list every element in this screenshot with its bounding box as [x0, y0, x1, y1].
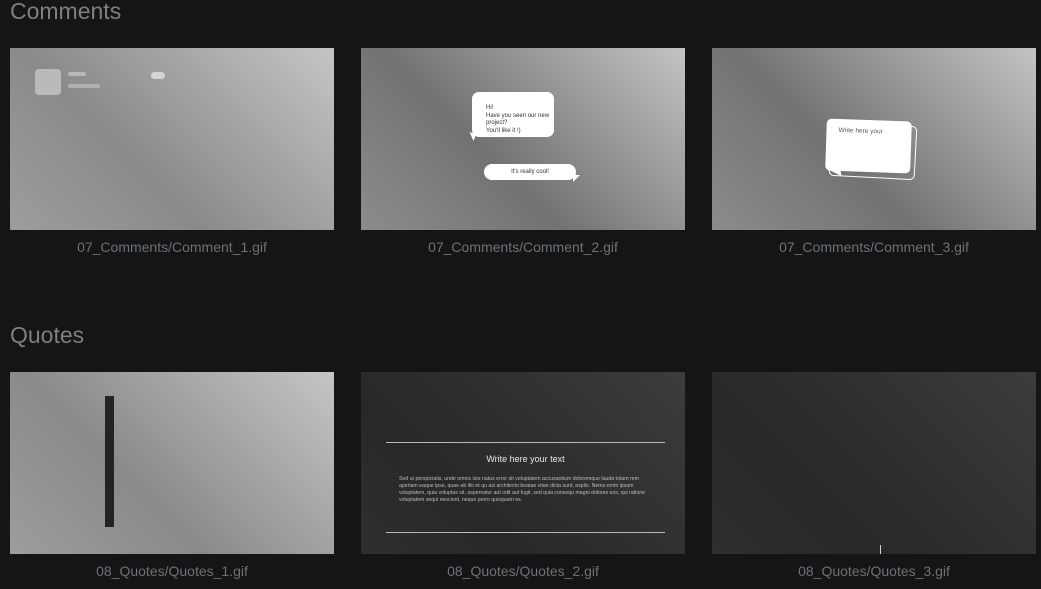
gif-card-quotes-3[interactable]: 08_Quotes/Quotes_3.gif — [712, 372, 1036, 579]
section-title-quotes: Quotes — [10, 322, 85, 348]
bubble-text: Write here your — [838, 126, 883, 136]
gif-thumbnail[interactable] — [712, 372, 1036, 554]
gif-thumbnail[interactable]: Write here your — [712, 48, 1036, 230]
quote-title: Write here your text — [486, 454, 565, 464]
gif-thumbnail[interactable]: Write here your text Sed ut perspiciatis… — [361, 372, 685, 554]
reply-bubble: It's really cool! — [484, 164, 580, 182]
gif-caption[interactable]: 07_Comments/Comment_1.gif — [10, 239, 334, 255]
gif-thumbnail[interactable] — [10, 372, 334, 554]
gif-thumbnail[interactable] — [10, 48, 334, 230]
gif-caption[interactable]: 08_Quotes/Quotes_3.gif — [712, 563, 1036, 579]
gif-card-comment-3[interactable]: Write here your 07_Comments/Comment_3.gi… — [712, 48, 1036, 255]
text-cursor — [880, 545, 881, 554]
divider-bottom — [386, 532, 665, 533]
speech-bubble: Write here your — [825, 118, 912, 174]
gallery-page: Comments 07_Comments/Comment_1.gif Hi! H… — [0, 0, 1041, 589]
quote-body: Sed ut perspiciatis, unde omnis iste nat… — [399, 476, 645, 503]
bubble-text-line: Hi! — [486, 105, 494, 111]
gif-card-quotes-1[interactable]: 08_Quotes/Quotes_1.gif — [10, 372, 334, 579]
section-title-comments: Comments — [10, 0, 122, 24]
gif-card-quotes-2[interactable]: Write here your text Sed ut perspiciatis… — [361, 372, 685, 579]
avatar-placeholder — [35, 69, 61, 95]
gif-card-comment-2[interactable]: Hi! Have you seen our new project? You'l… — [361, 48, 685, 255]
name-placeholder — [68, 72, 86, 76]
bubble-text-line: You'll like it !) — [486, 127, 521, 134]
gif-caption[interactable]: 08_Quotes/Quotes_2.gif — [361, 563, 685, 579]
quote-bar — [105, 396, 114, 527]
text-placeholder — [68, 84, 100, 88]
gif-card-comment-1[interactable]: 07_Comments/Comment_1.gif — [10, 48, 334, 255]
quotes-grid: 08_Quotes/Quotes_1.gif Write here your t… — [10, 372, 1041, 589]
gif-caption[interactable]: 08_Quotes/Quotes_1.gif — [10, 563, 334, 579]
gif-thumbnail[interactable]: Hi! Have you seen our new project? You'l… — [361, 48, 685, 230]
bubble-text-line: Have you seen our new — [486, 112, 550, 119]
comments-grid: 07_Comments/Comment_1.gif Hi! Have you s… — [10, 48, 1041, 278]
gif-caption[interactable]: 07_Comments/Comment_2.gif — [361, 239, 685, 255]
divider-top — [386, 442, 665, 443]
speech-bubble: Hi! Have you seen our new project? You'l… — [472, 92, 554, 137]
gif-caption[interactable]: 07_Comments/Comment_3.gif — [712, 239, 1036, 255]
bubble-text-line: project? — [486, 120, 508, 126]
badge-placeholder — [151, 72, 165, 79]
